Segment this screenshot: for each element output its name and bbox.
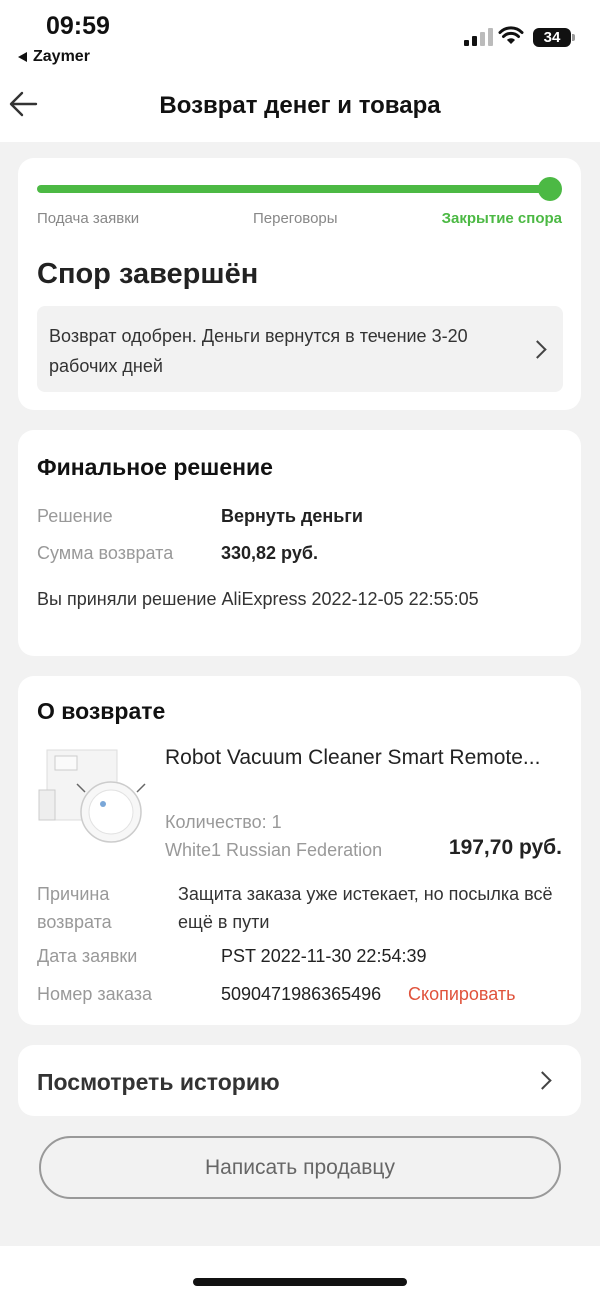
- bottom-bar: [0, 1246, 600, 1297]
- dispute-title: Спор завершён: [37, 258, 259, 290]
- page-title: Возврат денег и товара: [159, 92, 441, 119]
- back-app-label: Zaymer: [33, 48, 90, 65]
- return-reason-value: Защита заказа уже истекает, но посылка в…: [178, 884, 553, 932]
- status-bar: 09:59 Zaymer 34: [0, 0, 600, 72]
- battery-icon: 34: [533, 28, 575, 47]
- decision-value: Вернуть деньги: [221, 506, 363, 526]
- decision-label: Решение: [37, 506, 113, 526]
- step-closing: Закрытие спора: [441, 210, 562, 227]
- order-number-value: 5090471986365496: [221, 984, 382, 1004]
- final-decision-card: Финальное решение Решение Вернуть деньги…: [18, 430, 581, 656]
- order-number-label: Номер заказа: [37, 984, 153, 1004]
- final-decision-title: Финальное решение: [37, 454, 273, 480]
- contact-seller-button[interactable]: Написать продавцу: [39, 1136, 561, 1199]
- view-history-label: Посмотреть историю: [37, 1069, 280, 1095]
- copy-order-number-button[interactable]: Скопировать: [408, 984, 516, 1005]
- return-info-title: О возврате: [37, 698, 166, 724]
- chevron-right-icon: [528, 340, 547, 359]
- return-info-card: О возврате Robot Vacuum Cleaner Smart Re…: [18, 676, 581, 1025]
- wifi-icon: [498, 26, 524, 44]
- home-indicator[interactable]: [193, 1278, 407, 1286]
- request-date-label: Дата заявки: [37, 946, 138, 966]
- product-name[interactable]: Robot Vacuum Cleaner Smart Remote...: [165, 746, 565, 770]
- product-quantity: Количество: 1: [165, 812, 282, 832]
- product-price: 197,70 руб.: [448, 836, 562, 859]
- decision-accepted-text: Вы приняли решение AliExpress 2022-12-05…: [37, 589, 479, 609]
- progress-knob: [538, 177, 562, 201]
- dispute-status-card: Подача заявки Переговоры Закрытие спора …: [18, 158, 581, 410]
- refund-amount-value: 330,82 руб.: [221, 543, 318, 563]
- progress-bar: [37, 185, 551, 193]
- status-time: 09:59: [46, 12, 110, 40]
- refund-notice[interactable]: Возврат одобрен. Деньги вернутся в течен…: [37, 306, 563, 392]
- view-history-row[interactable]: Посмотреть историю: [18, 1045, 581, 1116]
- back-triangle-icon: [18, 52, 27, 62]
- product-variant: White1 Russian Federation: [165, 840, 383, 860]
- refund-notice-text: Возврат одобрен. Деньги вернутся в течен…: [49, 326, 468, 376]
- refund-amount-label: Сумма возврата: [37, 543, 174, 563]
- nav-header: Возврат денег и товара: [0, 72, 600, 142]
- chevron-right-icon: [533, 1071, 552, 1090]
- step-submit: Подача заявки: [37, 210, 140, 227]
- return-reason-label: Причина возврата: [37, 884, 112, 932]
- request-date-value: PST 2022-11-30 22:54:39: [221, 946, 427, 966]
- step-negotiation: Переговоры: [253, 210, 338, 227]
- cellular-signal-icon: [464, 28, 493, 46]
- product-thumbnail[interactable]: [37, 746, 147, 844]
- back-to-app-link[interactable]: Zaymer: [18, 48, 90, 66]
